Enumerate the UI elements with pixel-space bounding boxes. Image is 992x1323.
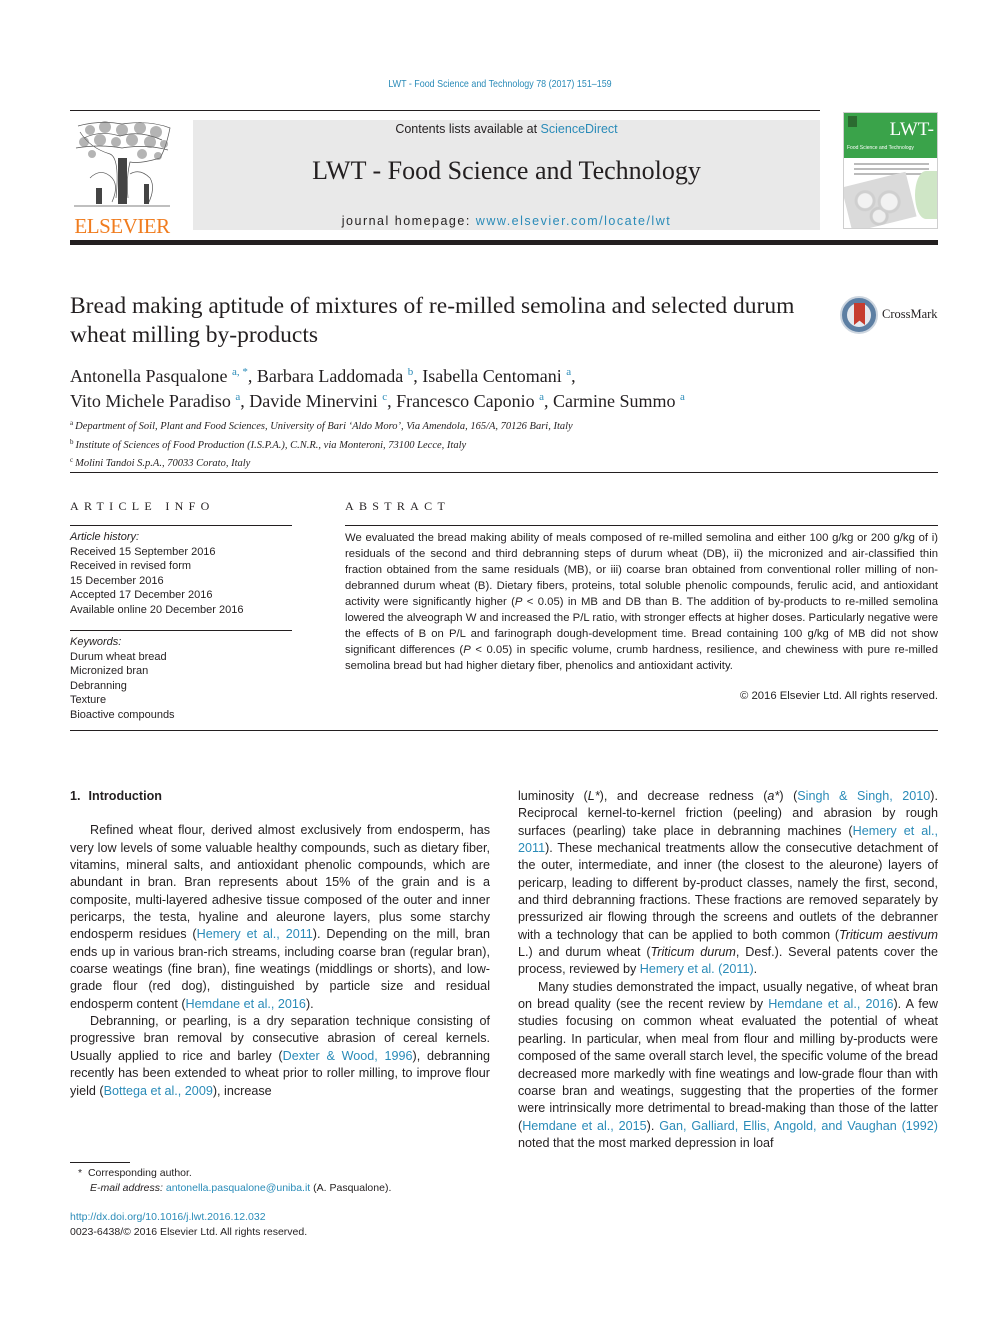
elsevier-logo[interactable]: ELSEVIER bbox=[70, 118, 174, 238]
keywords: Keywords: Durum wheat bread Micronized b… bbox=[70, 635, 295, 722]
divider bbox=[70, 730, 938, 731]
sciencedirect-link[interactable]: ScienceDirect bbox=[541, 122, 618, 136]
section-heading: 1. Introduction bbox=[70, 788, 490, 805]
header-rule bbox=[70, 110, 820, 111]
citation-link[interactable]: Gan, Galliard, Ellis, Angold, and Vaugha… bbox=[659, 1119, 938, 1133]
article-info-heading: ARTICLE INFO bbox=[70, 499, 215, 513]
contents-line: Contents lists available at ScienceDirec… bbox=[193, 122, 820, 136]
body-column-right: luminosity (L*), and decrease redness (a… bbox=[518, 788, 938, 1152]
paragraph: Many studies demonstrated the impact, us… bbox=[518, 979, 939, 1150]
crossmark-icon bbox=[840, 296, 878, 334]
journal-masthead: Contents lists available at ScienceDirec… bbox=[193, 120, 820, 230]
cover-leaf-graphic bbox=[915, 171, 937, 219]
keyword-item: Micronized bran bbox=[70, 665, 149, 677]
journal-reference[interactable]: LWT - Food Science and Technology 78 (20… bbox=[75, 78, 925, 90]
history-item: Received 15 September 2016 bbox=[70, 545, 216, 558]
author-name[interactable]: Francesco Caponio bbox=[396, 391, 534, 411]
cover-banner: LWT- Food Science and Technology bbox=[844, 113, 937, 158]
section-title: Introduction bbox=[88, 789, 162, 803]
crossmark-button[interactable]: CrossMark bbox=[840, 296, 940, 334]
citation-link[interactable]: Hemdane et al., 2016 bbox=[768, 997, 893, 1011]
body-column-left: 1. Introduction Refined wheat flour, deri… bbox=[70, 788, 490, 1100]
citation-link[interactable]: Dexter & Wood, 1996 bbox=[283, 1049, 413, 1063]
abstract-heading: ABSTRACT bbox=[345, 499, 451, 513]
keyword-item: Texture bbox=[70, 694, 107, 706]
paragraph: Debranning, or pearling, is a dry separa… bbox=[70, 1014, 490, 1098]
abstract-copyright: © 2016 Elsevier Ltd. All rights reserved… bbox=[740, 690, 938, 702]
article-title: Bread making aptitude of mixtures of re-… bbox=[70, 293, 795, 348]
affiliation-list: a Department of Soil, Plant and Food Scie… bbox=[70, 416, 900, 472]
homepage-line: journal homepage: www.elsevier.com/locat… bbox=[193, 214, 820, 228]
citation-link[interactable]: Hemdane et al., 2015 bbox=[522, 1119, 646, 1133]
author-affiliation-link[interactable]: a, * bbox=[232, 366, 248, 378]
corresponding-author-note: * Corresponding author. bbox=[78, 1167, 192, 1179]
divider bbox=[70, 472, 938, 473]
email-note: E-mail address: antonella.pasqualone@uni… bbox=[90, 1182, 392, 1194]
divider bbox=[345, 525, 938, 526]
author-affiliation-link[interactable]: a bbox=[680, 391, 685, 403]
contents-prefix: Contents lists available at bbox=[395, 122, 541, 136]
divider bbox=[70, 630, 292, 631]
author-name[interactable]: Carmine Summo bbox=[553, 391, 676, 411]
cover-title: LWT- bbox=[889, 119, 934, 140]
article-history-label: Article history: bbox=[70, 531, 140, 543]
affiliation-item: c Molini Tandoi S.p.A., 70033 Corato, Ita… bbox=[70, 456, 251, 469]
journal-cover-thumbnail[interactable]: LWT- Food Science and Technology bbox=[843, 112, 938, 229]
citation-link[interactable]: Hemdane et al., 2016 bbox=[186, 997, 306, 1011]
homepage-link[interactable]: www.elsevier.com/locate/lwt bbox=[476, 214, 671, 228]
footnote-rule bbox=[70, 1162, 130, 1163]
affiliation-item: b Institute of Sciences of Food Productio… bbox=[70, 437, 467, 451]
history-item: Accepted 17 December 2016 bbox=[70, 589, 213, 601]
crossmark-label: CrossMark bbox=[882, 307, 938, 321]
journal-title: LWT - Food Science and Technology bbox=[312, 156, 701, 185]
citation-link[interactable]: Singh & Singh, 2010 bbox=[797, 789, 930, 803]
doi-block: http://dx.doi.org/10.1016/j.lwt.2016.12.… bbox=[70, 1210, 490, 1240]
history-item: Received in revised form bbox=[70, 560, 192, 572]
keywords-label: Keywords: bbox=[70, 636, 122, 648]
divider bbox=[70, 525, 292, 526]
footnotes: * Corresponding author. E-mail address: … bbox=[70, 1166, 490, 1196]
email-link[interactable]: antonella.pasqualone@uniba.it bbox=[166, 1182, 310, 1194]
citation-link[interactable]: Hemery et al., 2011 bbox=[197, 927, 313, 941]
citation-link[interactable]: Bottega et al., 2009 bbox=[104, 1084, 213, 1098]
keyword-item: Bioactive compounds bbox=[70, 708, 175, 721]
cover-elsevier-mini-icon bbox=[848, 116, 857, 127]
author-name[interactable]: Barbara Laddomada bbox=[257, 366, 403, 386]
author-list: Antonella Pasqualone a, *, Barbara Laddo… bbox=[70, 366, 685, 411]
affiliation-item: a Department of Soil, Plant and Food Scie… bbox=[70, 419, 573, 432]
author-name[interactable]: Antonella Pasqualone bbox=[70, 366, 227, 386]
homepage-prefix: journal homepage: bbox=[341, 214, 476, 228]
paragraph: luminosity (L*), and decrease redness (a… bbox=[518, 789, 938, 977]
history-item: Available online 20 December 2016 bbox=[70, 603, 244, 616]
cover-photo bbox=[844, 171, 917, 228]
header-thick-rule bbox=[70, 240, 938, 245]
doi-link[interactable]: http://dx.doi.org/10.1016/j.lwt.2016.12.… bbox=[70, 1211, 266, 1223]
cover-subtitle: Food Science and Technology bbox=[847, 145, 914, 151]
elsevier-tree-icon bbox=[70, 118, 174, 212]
section-number: 1. bbox=[70, 789, 81, 803]
author-name[interactable]: Vito Michele Paradiso bbox=[70, 391, 231, 411]
author-name[interactable]: Isabella Centomani bbox=[422, 366, 561, 386]
keyword-item: Debranning bbox=[70, 679, 127, 692]
elsevier-wordmark: ELSEVIER bbox=[74, 214, 170, 238]
citation-link[interactable]: Hemery et al. (2011) bbox=[640, 962, 754, 976]
article-history: Article history: Received 15 September 2… bbox=[70, 530, 295, 617]
history-item: 15 December 2016 bbox=[70, 574, 164, 587]
author-name[interactable]: Davide Minervini bbox=[249, 391, 377, 411]
keyword-item: Durum wheat bread bbox=[70, 650, 167, 663]
paragraph: Refined wheat flour, derived almost excl… bbox=[70, 823, 490, 1011]
abstract-text: We evaluated the bread making ability of… bbox=[345, 532, 939, 672]
issn-copyright: 0023-6438/© 2016 Elsevier Ltd. All right… bbox=[70, 1226, 308, 1238]
